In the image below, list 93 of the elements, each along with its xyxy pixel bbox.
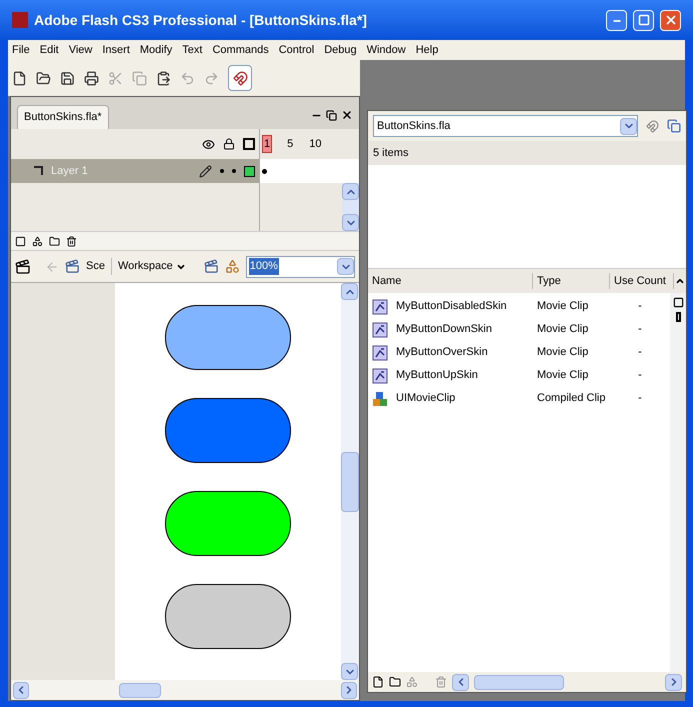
menu-item[interactable]: Commands [212, 42, 269, 58]
library-row[interactable]: MyButtonDownSkin Movie Clip - [368, 318, 670, 341]
symbol-name: MyButtonDisabledSkin [396, 299, 507, 314]
column-header[interactable]: Use Count [610, 272, 674, 290]
scroll-right-button[interactable] [341, 682, 357, 698]
narrow-view-icon[interactable] [676, 312, 680, 322]
edit-scene-icon[interactable] [204, 259, 219, 274]
folder-icon[interactable] [389, 676, 401, 688]
symbol-type: Movie Clip [536, 345, 590, 360]
menu-item[interactable]: Text [182, 42, 202, 58]
restore-icon[interactable] [326, 110, 337, 121]
menu-item[interactable]: Edit [40, 42, 59, 58]
library-row[interactable]: UIMovieClip Compiled Clip - [368, 387, 670, 410]
frame-number[interactable]: 5 [286, 136, 294, 152]
item-count: 5 items [373, 146, 408, 161]
scroll-right-button[interactable] [665, 674, 682, 690]
maximize-button[interactable] [633, 10, 654, 30]
dropdown-button[interactable] [620, 118, 637, 134]
use-count: - [637, 368, 643, 384]
movie-clip-icon [372, 368, 388, 384]
open-folder-icon[interactable] [36, 70, 51, 86]
menu-item[interactable]: Control [278, 42, 314, 58]
magnet-icon [232, 70, 248, 86]
outline-icon [243, 138, 255, 150]
close-button[interactable] [660, 10, 681, 30]
movie-clip-icon [372, 344, 388, 360]
symbol-type: Movie Clip [536, 322, 590, 338]
symbol-type: Compiled Clip [536, 391, 606, 406]
workspace-menu[interactable]: Workspace [110, 258, 186, 275]
scroll-left-button[interactable] [13, 682, 29, 698]
scroll-up-button[interactable] [342, 183, 359, 200]
dropdown-button[interactable] [337, 258, 354, 275]
new-symbol-icon[interactable] [372, 676, 384, 688]
frame-number[interactable]: 1 [262, 134, 272, 154]
scroll-left-button[interactable] [452, 674, 469, 690]
menu-item[interactable]: Window [366, 42, 406, 58]
library-row[interactable]: MyButtonOverSkin Movie Clip - [368, 341, 670, 364]
symbol-type: Movie Clip [536, 368, 590, 384]
document-dropdown[interactable]: ButtonSkins.fla [373, 115, 638, 137]
paste-icon[interactable] [156, 70, 171, 86]
layer-name: Layer 1 [51, 164, 89, 179]
wide-view-icon[interactable] [672, 297, 684, 308]
symbol-name: MyButtonDownSkin [396, 322, 492, 338]
printer-icon[interactable] [84, 70, 99, 86]
window-title: Adobe Flash CS3 Professional - [ButtonSkins.fla*] [34, 10, 368, 30]
eye-icon [202, 138, 215, 150]
symbol-name: UIMovieClip [396, 391, 456, 406]
document-tab[interactable]: ButtonSkins.fla* [17, 105, 109, 129]
trash-icon[interactable] [66, 236, 77, 246]
new-file-icon[interactable] [12, 70, 27, 86]
symbol-name: MyButtonOverSkin [396, 345, 488, 360]
symbol-name: MyButtonUpSkin [396, 368, 478, 384]
menu-item[interactable]: File [12, 42, 30, 58]
menu-item[interactable]: Insert [102, 42, 130, 58]
frame-number[interactable]: 10 [308, 136, 322, 152]
movie-clip-icon [372, 322, 388, 338]
save-icon[interactable] [60, 70, 75, 86]
library-row[interactable]: MyButtonDisabledSkin Movie Clip - [368, 295, 670, 318]
scroll-up-button[interactable] [341, 283, 358, 300]
snap-to-objects-button[interactable] [228, 65, 252, 91]
pencil-icon [199, 164, 212, 178]
movie-clip-icon [372, 298, 388, 314]
menu-item[interactable]: View [68, 42, 92, 58]
use-count: - [637, 322, 643, 338]
app-logo-icon [12, 12, 28, 28]
close-icon [664, 13, 678, 27]
layer-icon [33, 166, 43, 176]
cubes-icon [372, 390, 388, 406]
scroll-thumb[interactable] [118, 682, 162, 698]
scroll-down-button[interactable] [342, 214, 359, 231]
scroll-thumb[interactable] [474, 674, 564, 690]
sort-icon[interactable] [674, 276, 686, 286]
scene-label[interactable]: Sce [86, 258, 105, 275]
use-count: - [637, 299, 643, 314]
layer-color-icon [244, 166, 255, 176]
close-icon[interactable] [341, 109, 353, 121]
maximize-icon [638, 14, 650, 26]
use-count: - [637, 391, 643, 406]
column-header[interactable]: Name [368, 272, 533, 290]
symbol-type: Movie Clip [536, 299, 590, 314]
minimize-button[interactable] [606, 10, 627, 30]
scroll-thumb[interactable] [341, 452, 359, 512]
menu-item[interactable]: Modify [140, 42, 172, 58]
scene-icon[interactable] [65, 259, 80, 274]
lock-icon [223, 138, 235, 150]
library-row[interactable]: MyButtonUpSkin Movie Clip - [368, 364, 670, 387]
folder-icon[interactable] [49, 236, 60, 246]
scroll-down-button[interactable] [341, 663, 358, 680]
column-header[interactable]: Type [533, 272, 610, 290]
menu-item[interactable]: Debug [324, 42, 357, 58]
menu-item[interactable]: Help [416, 42, 438, 58]
use-count: - [637, 345, 643, 360]
zoom-field[interactable]: 100% [246, 256, 355, 278]
